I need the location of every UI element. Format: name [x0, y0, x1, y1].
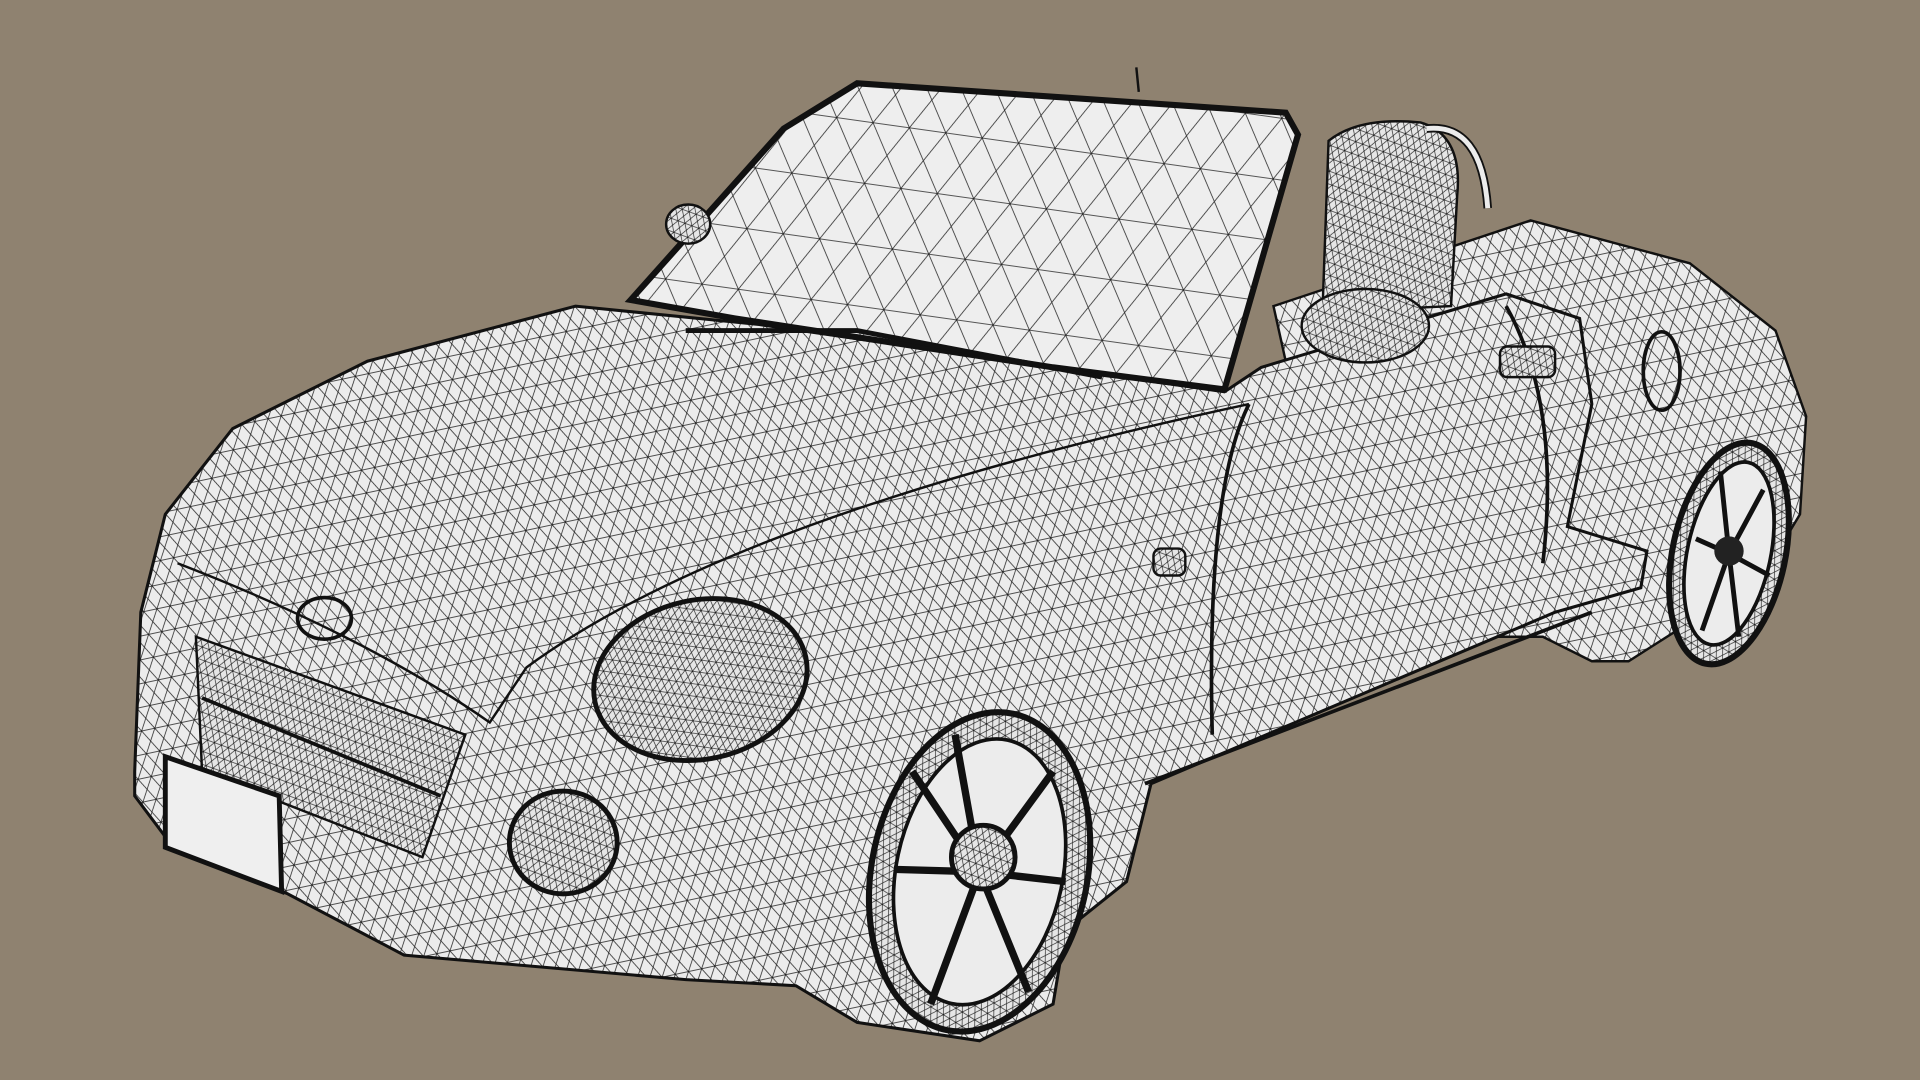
- seat-headrest: [1321, 120, 1460, 314]
- side-marker: [1152, 547, 1187, 577]
- wireframe-car-render: [0, 0, 1920, 1080]
- door-handle: [1498, 345, 1557, 379]
- fog-light: [506, 788, 620, 897]
- side-mirror: [1300, 287, 1431, 364]
- side-mirror-far: [664, 203, 712, 245]
